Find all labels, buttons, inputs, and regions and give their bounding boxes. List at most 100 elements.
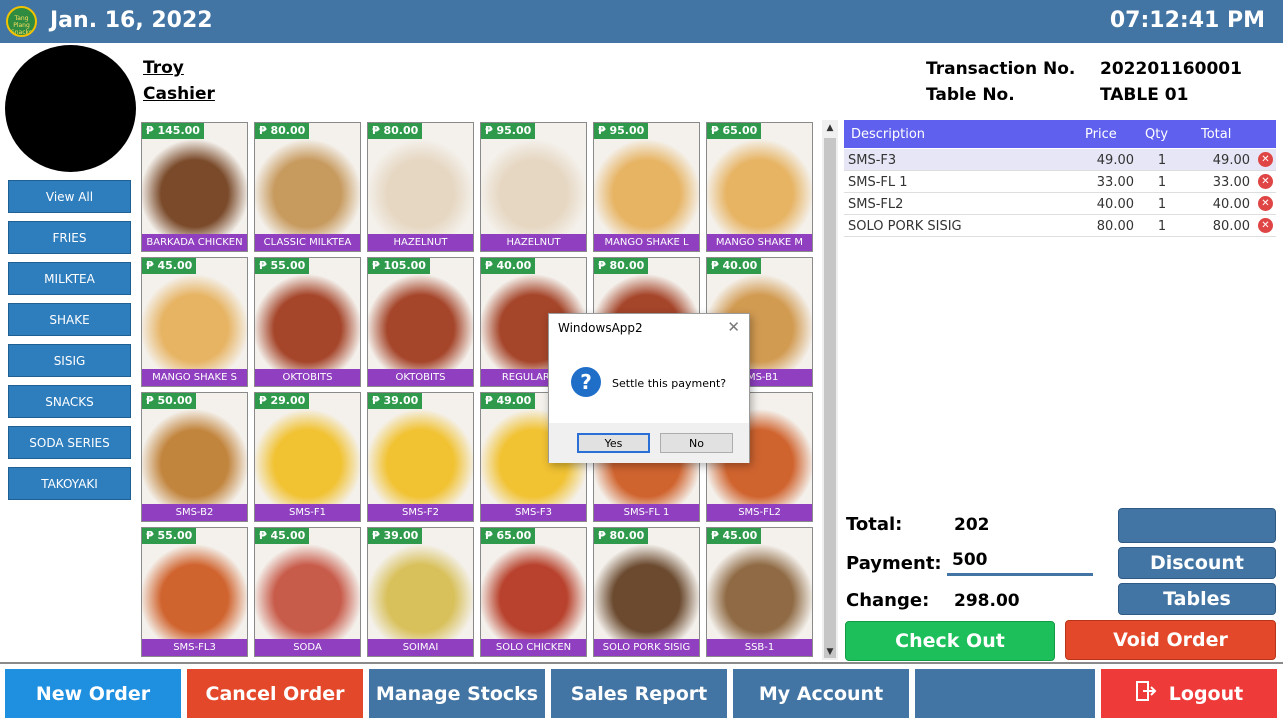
table-row[interactable]: SOLO PORK SISIG 80.00 1 80.00 ✕ [844, 215, 1276, 237]
logout-label: Logout [1168, 682, 1244, 705]
row-price: 80.00 [1096, 219, 1134, 234]
cancel-order-button[interactable]: Cancel Order [187, 669, 363, 718]
product-card[interactable]: ₱ 39.00 SOIMAI [367, 527, 474, 657]
remove-item-icon[interactable]: ✕ [1258, 152, 1273, 167]
product-name: SMS-F2 [368, 504, 473, 521]
product-price: ₱ 50.00 [142, 393, 197, 409]
product-name: SOLO CHICKEN [481, 639, 586, 656]
product-price: ₱ 55.00 [255, 258, 310, 274]
product-name: BARKADA CHICKEN [142, 234, 247, 251]
remove-item-icon[interactable]: ✕ [1258, 196, 1273, 211]
new-order-button[interactable]: New Order [5, 669, 181, 718]
product-image [142, 393, 247, 521]
category-view-all[interactable]: View All [8, 180, 131, 213]
manage-stocks-button[interactable]: Manage Stocks [369, 669, 545, 718]
table-row[interactable]: SMS-FL 1 33.00 1 33.00 ✕ [844, 171, 1276, 193]
product-price: ₱ 95.00 [481, 123, 536, 139]
row-description: SOLO PORK SISIG [848, 219, 962, 234]
product-card[interactable]: ₱ 45.00 MANGO SHAKE S [141, 257, 248, 387]
scroll-down-icon[interactable]: ▼ [822, 644, 838, 660]
order-table: Description Price Qty Total SMS-F3 49.00 1… [844, 120, 1277, 490]
category-snacks[interactable]: SNACKS [8, 385, 131, 418]
product-image [368, 258, 473, 386]
product-card[interactable]: ₱ 80.00 SOLO PORK SISIG [593, 527, 700, 657]
product-card[interactable]: ₱ 55.00 OKTOBITS [254, 257, 361, 387]
product-image [255, 393, 360, 521]
product-name: SMS-FL 1 [594, 504, 699, 521]
category-milktea[interactable]: MILKTEA [8, 262, 131, 295]
product-card[interactable]: ₱ 55.00 SMS-FL3 [141, 527, 248, 657]
no-button[interactable]: No [660, 433, 733, 453]
void-order-button[interactable]: Void Order [1065, 620, 1276, 660]
confirm-dialog: WindowsApp2 ✕ ? Settle this payment? Yes… [548, 313, 750, 463]
close-icon[interactable]: ✕ [727, 318, 740, 336]
yes-button[interactable]: Yes [577, 433, 650, 453]
product-price: ₱ 80.00 [594, 528, 649, 544]
product-card[interactable]: ₱ 45.00 SSB-1 [706, 527, 813, 657]
my-account-button[interactable]: My Account [733, 669, 909, 718]
category-fries[interactable]: FRIES [8, 221, 131, 254]
product-card[interactable]: ₱ 39.00 SMS-F2 [367, 392, 474, 522]
product-price: ₱ 145.00 [142, 123, 204, 139]
blank-side-button[interactable] [1118, 508, 1276, 543]
product-card[interactable]: ₱ 95.00 HAZELNUT [480, 122, 587, 252]
remove-item-icon[interactable]: ✕ [1258, 174, 1273, 189]
scroll-up-icon[interactable]: ▲ [822, 120, 838, 136]
blank-bottom-button[interactable] [915, 669, 1095, 718]
product-card[interactable]: ₱ 65.00 SOLO CHICKEN [480, 527, 587, 657]
product-image [707, 528, 812, 656]
table-no-label: Table No. [926, 85, 1015, 105]
product-card[interactable]: ₱ 80.00 CLASSIC MILKTEA [254, 122, 361, 252]
product-name: SSB-1 [707, 639, 812, 656]
checkout-button[interactable]: Check Out [845, 621, 1055, 661]
product-price: ₱ 80.00 [255, 123, 310, 139]
user-avatar [5, 45, 136, 172]
product-price: ₱ 65.00 [481, 528, 536, 544]
product-price: ₱ 65.00 [707, 123, 762, 139]
product-name: SMS-F1 [255, 504, 360, 521]
product-card[interactable]: ₱ 95.00 MANGO SHAKE L [593, 122, 700, 252]
category-shake[interactable]: SHAKE [8, 303, 131, 336]
scroll-thumb[interactable] [824, 138, 836, 658]
product-image [594, 528, 699, 656]
user-name[interactable]: Troy [143, 58, 184, 78]
product-price: ₱ 45.00 [142, 258, 197, 274]
category-sisig[interactable]: SISIG [8, 344, 131, 377]
product-scrollbar[interactable]: ▲ ▼ [822, 120, 838, 660]
tables-button[interactable]: Tables [1118, 583, 1276, 615]
remove-item-icon[interactable]: ✕ [1258, 218, 1273, 233]
product-name: HAZELNUT [481, 234, 586, 251]
current-date: Jan. 16, 2022 [50, 8, 213, 33]
logout-icon [1135, 680, 1157, 707]
product-card[interactable]: ₱ 65.00 MANGO SHAKE M [706, 122, 813, 252]
product-card[interactable]: ₱ 145.00 BARKADA CHICKEN [141, 122, 248, 252]
product-name: SMS-B2 [142, 504, 247, 521]
discount-button[interactable]: Discount [1118, 547, 1276, 579]
top-bar: Tang Plang Snacks Jan. 16, 2022 07:12:41 P… [0, 0, 1283, 43]
table-row[interactable]: SMS-FL2 40.00 1 40.00 ✕ [844, 193, 1276, 215]
product-card[interactable]: ₱ 45.00 SODA [254, 527, 361, 657]
product-name: SMS-F3 [481, 504, 586, 521]
sales-report-button[interactable]: Sales Report [551, 669, 727, 718]
table-row[interactable]: SMS-F3 49.00 1 49.00 ✕ [844, 149, 1276, 171]
product-image [707, 123, 812, 251]
user-role[interactable]: Cashier [143, 84, 215, 104]
product-name: SMS-FL2 [707, 504, 812, 521]
logout-button[interactable]: Logout [1101, 669, 1277, 718]
row-total: 49.00 [1212, 153, 1250, 168]
category-takoyaki[interactable]: TAKOYAKI [8, 467, 131, 500]
payment-field[interactable]: 500 [952, 550, 988, 570]
row-description: SMS-FL2 [848, 197, 904, 212]
total-label: Total: [846, 514, 903, 535]
category-soda-series[interactable]: SODA SERIES [8, 426, 131, 459]
product-price: ₱ 29.00 [255, 393, 310, 409]
product-price: ₱ 80.00 [368, 123, 423, 139]
row-description: SMS-FL 1 [848, 175, 908, 190]
product-card[interactable]: ₱ 80.00 HAZELNUT [367, 122, 474, 252]
product-card[interactable]: ₱ 50.00 SMS-B2 [141, 392, 248, 522]
product-card[interactable]: ₱ 105.00 OKTOBITS [367, 257, 474, 387]
product-image [142, 258, 247, 386]
product-card[interactable]: ₱ 29.00 SMS-F1 [254, 392, 361, 522]
row-description: SMS-F3 [848, 153, 897, 168]
product-price: ₱ 105.00 [368, 258, 430, 274]
